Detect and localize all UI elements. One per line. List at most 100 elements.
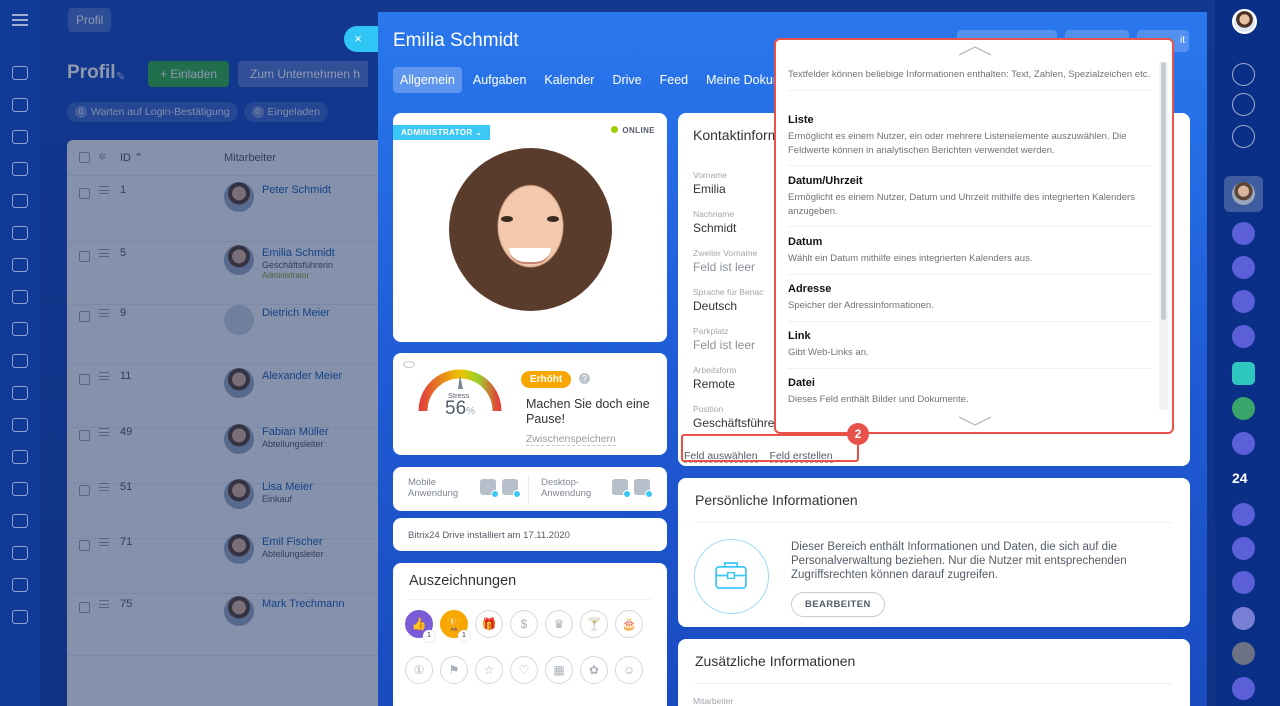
documents-icon[interactable] xyxy=(12,194,28,208)
lock-chat-icon[interactable] xyxy=(1232,397,1255,420)
personal-info-description: Dieser Bereich enthält Informationen und… xyxy=(791,541,1127,581)
home-icon[interactable] xyxy=(12,66,28,80)
tab-allgemein[interactable]: Allgemein xyxy=(393,67,462,93)
heart-icon[interactable]: ♡ xyxy=(510,656,538,684)
award-count: 1 xyxy=(458,630,470,642)
help-icon[interactable]: ? xyxy=(579,373,590,384)
tab-feed[interactable]: Feed xyxy=(653,67,696,93)
employees-icon[interactable] xyxy=(12,162,28,176)
dropdown-item-adresse[interactable]: Adresse Speicher der Adressinformationen. xyxy=(788,283,1152,322)
role-badge[interactable]: ADMINISTRATOR ⌄ xyxy=(393,125,491,140)
analytics-icon[interactable] xyxy=(12,354,28,368)
chat-item-icon[interactable] xyxy=(1232,325,1255,348)
windows-icon[interactable] xyxy=(612,479,631,498)
automation-icon[interactable] xyxy=(12,450,28,464)
calendar-icon[interactable]: ▦ xyxy=(545,656,573,684)
awards-row-1: 👍 1 🏆 1 🎁 $ ♛ 🍸 🎂 xyxy=(405,610,643,642)
menu-icon[interactable] xyxy=(12,14,28,26)
left-app-sidebar xyxy=(0,0,40,706)
visibility-eye-icon[interactable] xyxy=(403,361,415,368)
filter-icon[interactable] xyxy=(12,418,28,432)
gift-icon[interactable]: 🎁 xyxy=(475,610,503,638)
tasks-icon[interactable] xyxy=(12,130,28,144)
chat-item-icon[interactable] xyxy=(1232,571,1255,594)
field-type-dropdown: Textfelder können beliebige Informatione… xyxy=(774,38,1174,434)
medal-icon[interactable]: ✿ xyxy=(580,656,608,684)
chat-avatar[interactable] xyxy=(1232,642,1255,665)
field-arbeitsform[interactable]: Arbeitsform Remote xyxy=(693,365,736,391)
field-vorname[interactable]: Vorname Emilia xyxy=(693,170,727,196)
star-icon[interactable]: ☆ xyxy=(475,656,503,684)
additional-info-card: Zusätzliche Informationen Mitarbeiter xyxy=(678,639,1190,706)
dropdown-item-datum-uhrzeit[interactable]: Datum/Uhrzeit Ermöglicht es einem Nutzer,… xyxy=(788,175,1152,227)
tasks-chat-icon[interactable] xyxy=(1232,362,1255,385)
open-channels-icon[interactable] xyxy=(1232,93,1255,116)
scroll-up-icon[interactable] xyxy=(958,46,992,56)
scroll-down-icon[interactable] xyxy=(958,416,992,426)
company-icon[interactable] xyxy=(12,546,28,560)
chat-item-icon[interactable] xyxy=(1232,503,1255,526)
calendar-icon[interactable] xyxy=(12,290,28,304)
smiley-icon[interactable]: ☺ xyxy=(615,656,643,684)
mobile-app-label: Mobile Anwendung xyxy=(408,477,459,499)
shop-icon[interactable] xyxy=(12,386,28,400)
drive-install-info: Bitrix24 Drive installiert am 17.11.2020 xyxy=(408,530,570,541)
sites-icon[interactable] xyxy=(12,258,28,272)
chat-item-icon[interactable] xyxy=(1232,537,1255,560)
field-mitarbeiter[interactable]: Mitarbeiter xyxy=(693,696,733,706)
sign-icon[interactable] xyxy=(12,482,28,496)
awards-card: Auszeichnungen 👍 1 🏆 1 🎁 $ ♛ 🍸 🎂 ① ⚑ ☆ ♡ ▦ ✿ ☺ xyxy=(393,563,667,706)
save-link[interactable]: Zwischenspeichern xyxy=(526,433,616,446)
feed-icon[interactable] xyxy=(12,98,28,112)
chat-item-icon[interactable] xyxy=(1232,290,1255,313)
dropdown-item-datei[interactable]: Datei Dieses Feld enthält Bilder und Doku… xyxy=(788,377,1152,415)
chat-avatar[interactable] xyxy=(1232,182,1255,205)
chat-item-icon[interactable] xyxy=(1232,432,1255,455)
field-nachname[interactable]: Nachname Schmidt xyxy=(693,209,736,235)
mac-icon[interactable] xyxy=(634,479,653,498)
user-avatar[interactable] xyxy=(1232,9,1257,34)
cocktail-icon[interactable]: 🍸 xyxy=(580,610,608,638)
chat-item-icon[interactable] xyxy=(1232,607,1255,630)
groups-icon[interactable] xyxy=(12,578,28,592)
drive-card: Bitrix24 Drive installiert am 17.11.2020 xyxy=(393,518,667,551)
crown-icon[interactable]: ♛ xyxy=(545,610,573,638)
field-parkplatz[interactable]: Parkplatz Feld ist leer xyxy=(693,326,755,352)
store-icon[interactable] xyxy=(12,514,28,528)
search-chat-icon[interactable] xyxy=(1232,125,1255,148)
profile-photo[interactable] xyxy=(449,148,612,311)
checklist-icon[interactable] xyxy=(12,322,28,336)
chat-item-icon[interactable] xyxy=(1232,677,1255,700)
field-sprache[interactable]: Sprache für Benac Deutsch xyxy=(693,287,763,313)
cake-icon[interactable]: 🎂 xyxy=(615,610,643,638)
thumbs-up-icon[interactable]: 👍 1 xyxy=(405,610,435,642)
personal-info-title: Persönliche Informationen xyxy=(695,492,858,508)
tab-kalender[interactable]: Kalender xyxy=(537,67,601,93)
number-one-icon[interactable]: ① xyxy=(405,656,433,684)
close-slider-button[interactable]: × xyxy=(344,26,378,52)
edit-button[interactable]: BEARBEITEN xyxy=(791,592,885,617)
notifications-icon[interactable] xyxy=(1232,63,1255,86)
dropdown-item-link[interactable]: Link Gibt Web-Links an. xyxy=(788,330,1152,369)
counter-badge[interactable]: 24 xyxy=(1232,470,1248,486)
field-position[interactable]: Position Geschäftsführe xyxy=(693,404,774,430)
tab-drive[interactable]: Drive xyxy=(605,67,648,93)
dropdown-item-datum[interactable]: Datum Wählt ein Datum mithilfe eines inte… xyxy=(788,236,1152,275)
money-bag-icon[interactable]: $ xyxy=(510,610,538,638)
additional-info-title: Zusätzliche Informationen xyxy=(695,653,856,669)
dropdown-scrollbar[interactable] xyxy=(1161,62,1166,320)
online-status: ONLINE xyxy=(611,126,655,135)
settings-icon[interactable] xyxy=(12,610,28,624)
tab-aufgaben[interactable]: Aufgaben xyxy=(466,67,534,93)
dropdown-item-liste[interactable]: Liste Ermöglicht es einem Nutzer, ein ode… xyxy=(788,114,1152,166)
dropdown-item-text[interactable]: Textfelder können beliebige Informatione… xyxy=(788,68,1152,91)
field-zweiter-vorname[interactable]: Zweiter Vorname Feld ist leer xyxy=(693,248,757,274)
chat-item-icon[interactable] xyxy=(1232,222,1255,245)
mobile-app-icons xyxy=(480,479,521,498)
chat-item-icon[interactable] xyxy=(1232,256,1255,279)
android-icon[interactable] xyxy=(480,479,499,498)
crm-icon[interactable] xyxy=(12,226,28,240)
trophy-icon[interactable]: 🏆 1 xyxy=(440,610,470,642)
flag-icon[interactable]: ⚑ xyxy=(440,656,468,684)
apple-icon[interactable] xyxy=(502,479,521,498)
